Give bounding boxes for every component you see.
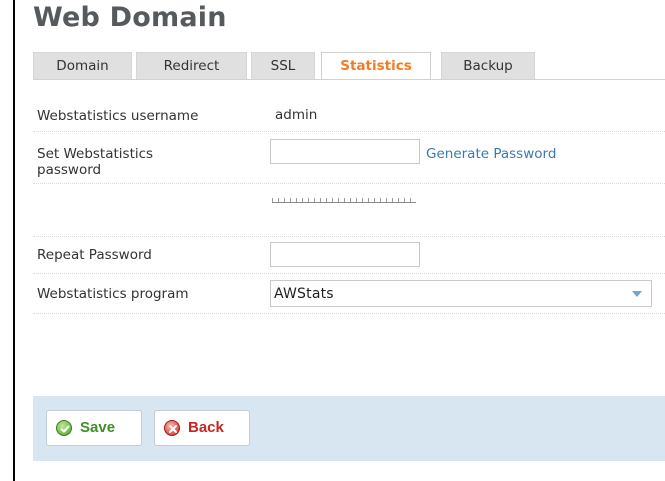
program-select-value: AWStats <box>274 286 334 302</box>
save-button-label: Save <box>80 419 116 436</box>
repeat-password-label: Repeat Password <box>37 247 152 263</box>
username-value: admin <box>275 107 318 123</box>
tab-redirect[interactable]: Redirect <box>136 52 247 79</box>
password-label: Set Webstatistics password <box>37 146 154 178</box>
chevron-down-icon <box>632 291 642 297</box>
password-input[interactable] <box>270 139 420 164</box>
tab-domain[interactable]: Domain <box>33 52 132 79</box>
tab-statistics[interactable]: Statistics <box>321 52 431 80</box>
check-circle-icon <box>56 420 72 436</box>
program-select[interactable]: AWStats <box>270 280 652 307</box>
page-title: Web Domain <box>33 2 227 33</box>
x-circle-icon <box>164 420 180 436</box>
tab-backup[interactable]: Backup <box>441 52 535 79</box>
form-footer: Save Back <box>33 396 665 461</box>
save-button[interactable]: Save <box>46 410 142 446</box>
program-label: Webstatistics program <box>37 286 189 302</box>
tab-bar: Domain Redirect SSL Statistics Backup <box>33 52 665 80</box>
tab-ssl[interactable]: SSL <box>251 52 315 79</box>
password-strength-meter <box>272 198 416 203</box>
username-label: Webstatistics username <box>37 108 199 124</box>
back-button-label: Back <box>188 419 224 436</box>
frame-border <box>13 0 15 481</box>
generate-password-link[interactable]: Generate Password <box>426 146 556 162</box>
username-row: Webstatistics username admin <box>33 100 665 132</box>
back-button[interactable]: Back <box>154 410 250 446</box>
repeat-password-input[interactable] <box>270 242 420 267</box>
strength-row <box>33 184 665 237</box>
tab-underline <box>33 79 665 80</box>
